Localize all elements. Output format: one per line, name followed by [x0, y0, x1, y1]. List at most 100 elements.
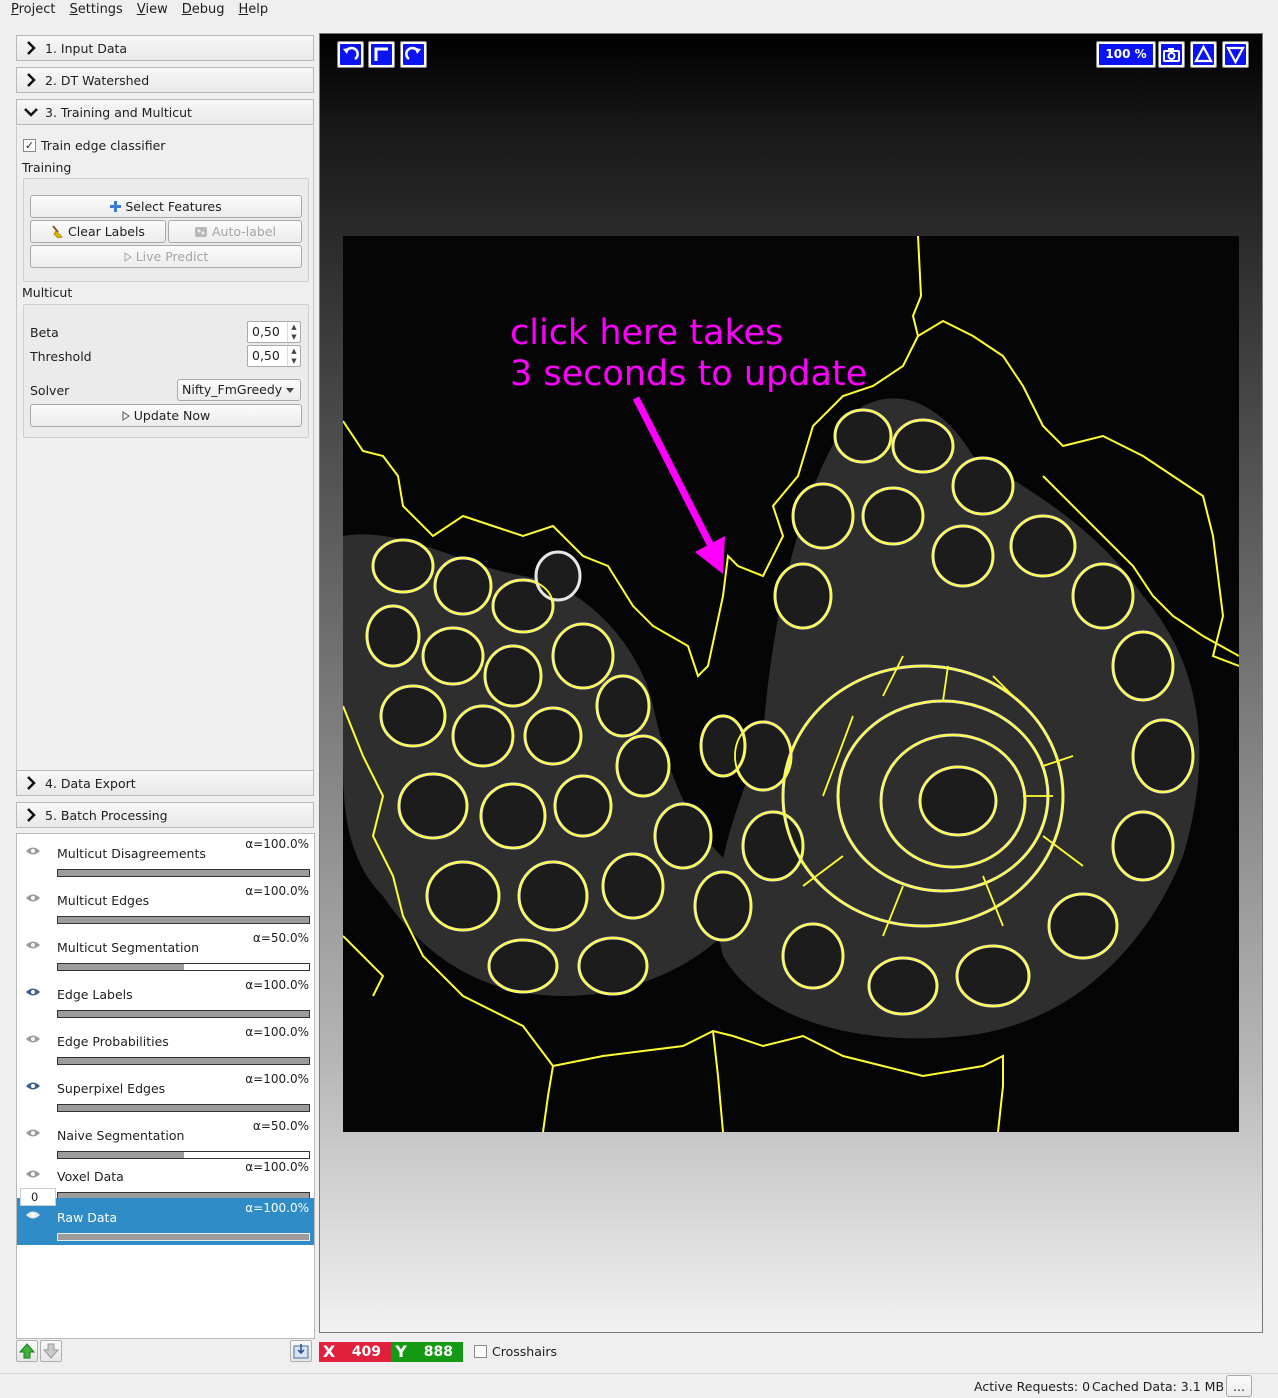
layer-row[interactable]: Edge Probabilities α=100.0% [17, 1022, 314, 1069]
x-position-badge: X 409 [319, 1342, 391, 1362]
image-viewer[interactable]: 100 % click here takes 3 seconds to upda… [319, 33, 1263, 1333]
chevron-down-icon [23, 104, 39, 120]
chevron-down-icon [286, 388, 294, 393]
layer-opacity: α=100.0% [245, 837, 309, 851]
eye-icon[interactable] [25, 846, 41, 856]
menu-debug[interactable]: Debug [175, 0, 232, 20]
layer-row[interactable]: Naive Segmentation α=50.0% [17, 1116, 314, 1163]
chevron-right-icon [23, 775, 39, 791]
select-features-button[interactable]: Select Features [30, 195, 302, 218]
menu-help[interactable]: Help [231, 0, 275, 20]
more-button[interactable]: ... [1226, 1375, 1252, 1397]
training-multicut-panel: ✓ Train edge classifier Training Select … [16, 126, 314, 770]
train-edge-classifier-checkbox[interactable]: ✓ [23, 139, 36, 152]
eye-icon[interactable] [25, 987, 41, 997]
beta-value: 0,50 [252, 324, 280, 339]
eye-icon[interactable] [25, 940, 41, 950]
voxel-channel-spinbox[interactable]: 0 [20, 1188, 56, 1206]
eye-icon[interactable] [25, 1169, 41, 1179]
opacity-slider[interactable] [57, 1057, 310, 1065]
spin-arrows-icon[interactable]: ▲ ▼ [287, 322, 300, 342]
layer-opacity: α=100.0% [245, 1201, 309, 1215]
select-features-label: Select Features [125, 199, 222, 214]
clear-labels-button[interactable]: Clear Labels [30, 220, 166, 243]
annotation-line-2: 3 seconds to update [510, 354, 867, 394]
eye-icon[interactable] [25, 1081, 41, 1091]
fit-view-button[interactable] [368, 41, 395, 68]
move-layer-up-button[interactable] [16, 1340, 38, 1362]
layer-row[interactable]: Superpixel Edges α=100.0% [17, 1069, 314, 1116]
applet-batch-processing[interactable]: 5. Batch Processing [16, 802, 314, 828]
layer-row[interactable]: Raw Data α=100.0% [17, 1198, 314, 1245]
layer-row[interactable]: Multicut Edges α=100.0% [17, 881, 314, 928]
play-icon [122, 410, 130, 421]
auto-label-button[interactable]: Auto-label [168, 220, 302, 243]
segmentation-overlay[interactable]: click here takes 3 seconds to update [343, 236, 1239, 1132]
beta-spinbox[interactable]: 0,50 ▲ ▼ [247, 321, 301, 343]
layer-list[interactable]: Multicut Disagreements α=100.0% Multicut E… [16, 833, 315, 1339]
solver-dropdown[interactable]: Nifty_FmGreedy [177, 379, 301, 401]
crosshairs-label: Crosshairs [492, 1344, 557, 1359]
layer-row[interactable]: Voxel Data α=100.0% [17, 1157, 314, 1204]
crosshairs-checkbox[interactable] [474, 1345, 487, 1358]
layer-opacity: α=50.0% [252, 1119, 309, 1133]
undo-button[interactable] [337, 41, 364, 68]
export-layer-button[interactable] [290, 1340, 312, 1362]
move-layer-down-button[interactable] [40, 1340, 62, 1362]
spin-arrows-icon[interactable]: ▲ ▼ [287, 346, 300, 366]
redo-button[interactable] [400, 41, 427, 68]
zoom-level[interactable]: 100 % [1096, 41, 1156, 68]
training-section-label: Training [22, 160, 72, 175]
layer-row[interactable]: Edge Labels α=100.0% [17, 975, 314, 1022]
zoom-value: 100 % [1099, 44, 1153, 65]
slice-down-button[interactable] [1222, 41, 1249, 68]
applet-data-export-label: 4. Data Export [45, 775, 136, 791]
more-button-label: ... [1233, 1378, 1245, 1394]
threshold-spinbox[interactable]: 0,50 ▲ ▼ [247, 345, 301, 367]
opacity-slider[interactable] [57, 1233, 310, 1241]
layer-name: Superpixel Edges [57, 1081, 166, 1096]
train-edge-classifier-label: Train edge classifier [41, 138, 166, 153]
applet-dt-watershed[interactable]: 2. DT Watershed [16, 67, 314, 93]
beta-label: Beta [30, 325, 59, 340]
layer-name: Edge Labels [57, 987, 133, 1002]
opacity-slider[interactable] [57, 963, 310, 971]
layer-row[interactable]: Multicut Disagreements α=100.0% [17, 834, 314, 881]
layer-name: Multicut Segmentation [57, 940, 200, 955]
active-requests: Active Requests: 0 [974, 1379, 1091, 1394]
layer-name: Voxel Data [57, 1169, 124, 1184]
opacity-slider[interactable] [57, 916, 310, 924]
menu-project[interactable]: Project [4, 0, 63, 20]
applet-training-multicut[interactable]: 3. Training and Multicut [16, 99, 314, 125]
slice-up-button[interactable] [1190, 41, 1217, 68]
eye-icon[interactable] [25, 1034, 41, 1044]
cached-data: Cached Data: 3.1 MB [1092, 1379, 1225, 1394]
screenshot-button[interactable] [1158, 41, 1185, 68]
eye-icon[interactable] [25, 1210, 41, 1220]
auto-label-icon [195, 227, 207, 237]
opacity-fill [58, 1011, 309, 1017]
update-now-button[interactable]: Update Now [30, 404, 302, 427]
y-position-value: 888 [423, 1344, 453, 1360]
applet-input-data[interactable]: 1. Input Data [16, 35, 314, 61]
menu-view[interactable]: View [130, 0, 175, 20]
camera-icon [1163, 48, 1180, 62]
menu-settings[interactable]: Settings [63, 0, 130, 20]
opacity-slider[interactable] [57, 1104, 310, 1112]
raw-data-image[interactable]: click here takes 3 seconds to update [343, 236, 1239, 1132]
eye-icon[interactable] [25, 1128, 41, 1138]
layer-row[interactable]: Multicut Segmentation α=50.0% [17, 928, 314, 975]
threshold-value: 0,50 [252, 348, 280, 363]
live-predict-button[interactable]: Live Predict [30, 245, 302, 268]
opacity-slider[interactable] [57, 869, 310, 877]
layer-name: Multicut Disagreements [57, 846, 206, 861]
layer-name: Edge Probabilities [57, 1034, 169, 1049]
opacity-slider[interactable] [57, 1010, 310, 1018]
solver-label: Solver [30, 383, 70, 398]
live-predict-label: Live Predict [135, 249, 209, 264]
applet-input-data-label: 1. Input Data [45, 40, 128, 56]
applet-data-export[interactable]: 4. Data Export [16, 770, 314, 796]
eye-icon[interactable] [25, 893, 41, 903]
y-position-badge: Y 888 [391, 1342, 463, 1362]
rotate-right-icon [405, 46, 421, 61]
